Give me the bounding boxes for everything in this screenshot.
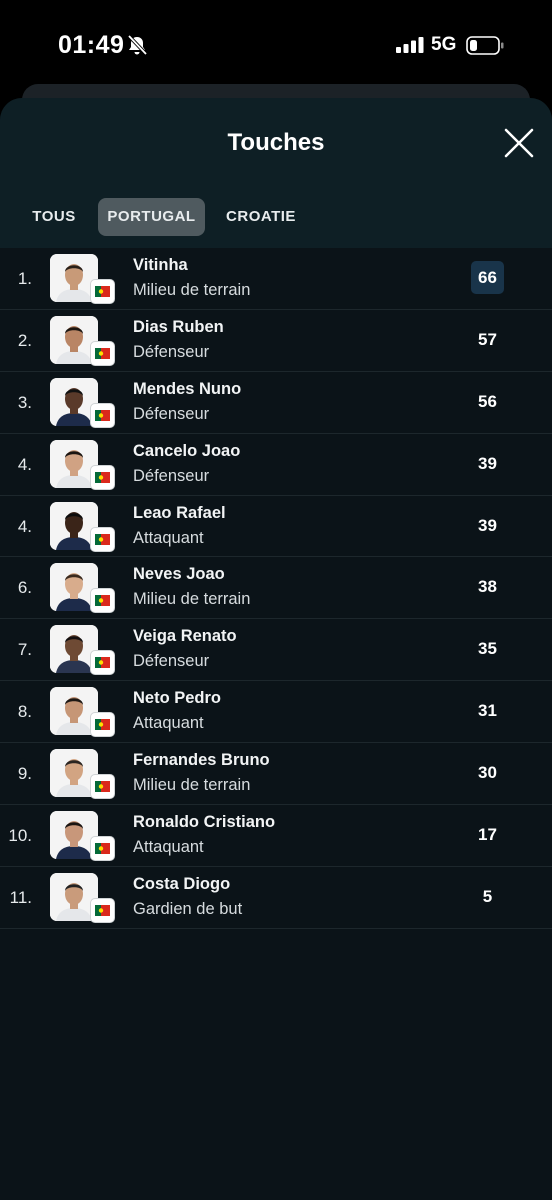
player-position: Gardien de but <box>133 899 243 918</box>
player-position: Milieu de terrain <box>133 776 251 795</box>
portugal-flag-icon <box>90 650 115 676</box>
player-name: Veiga Renato <box>133 627 237 646</box>
status-bar: 01:49 5G <box>0 0 552 92</box>
portugal-flag-icon <box>90 340 115 366</box>
tab-portugal[interactable]: PORTUGAL <box>98 198 205 236</box>
portugal-flag-icon <box>90 712 115 738</box>
player-touches-value: 57 <box>478 329 497 349</box>
player-touches-value: 56 <box>478 391 497 411</box>
player-row[interactable]: 3. Mendes Nuno Défenseur 56 <box>0 372 552 434</box>
player-position: Défenseur <box>133 342 210 361</box>
network-label: 5G <box>431 34 457 55</box>
signal-icon <box>396 37 424 53</box>
player-rank: 10. <box>8 826 32 846</box>
player-name: Costa Diogo <box>133 874 231 893</box>
player-position: Attaquant <box>133 528 204 547</box>
player-name: Ronaldo Cristiano <box>133 813 276 832</box>
player-rank: 4. <box>17 454 32 474</box>
bell-muted-icon <box>127 34 148 56</box>
portugal-flag-icon <box>90 526 115 552</box>
status-time: 01:49 <box>58 31 125 59</box>
player-row[interactable]: 11. Costa Diogo Gardien de but 5 <box>0 867 552 929</box>
player-rank: 8. <box>17 702 32 722</box>
player-touches-value: 31 <box>478 701 497 721</box>
portugal-flag-icon <box>90 279 115 304</box>
player-row[interactable]: 1. Vitinha Milieu de terrain 66 <box>0 248 552 310</box>
player-rank: 2. <box>17 330 32 350</box>
player-touches-value: 39 <box>478 515 497 535</box>
player-position: Attaquant <box>133 838 204 857</box>
player-touches-value: 5 <box>482 886 493 906</box>
close-icon[interactable] <box>500 124 538 162</box>
player-row[interactable]: 2. Dias Ruben Défenseur 57 <box>0 310 552 372</box>
player-rank: 4. <box>17 516 32 536</box>
player-touches-value: 30 <box>478 763 497 783</box>
portugal-flag-icon <box>90 836 115 862</box>
player-name: Neves Joao <box>133 565 225 584</box>
sheet-title: Touches <box>227 129 325 156</box>
player-row[interactable]: 8. Neto Pedro Attaquant 31 <box>0 681 552 744</box>
player-rank: 9. <box>17 764 32 784</box>
player-rank: 11. <box>9 887 32 907</box>
player-touches-value: 39 <box>478 453 497 473</box>
player-row[interactable]: 7. Veiga Renato Défenseur 35 <box>0 619 552 682</box>
player-position: Attaquant <box>133 714 204 733</box>
player-rank: 1. <box>17 269 32 288</box>
tab-tous[interactable]: TOUS <box>22 198 86 236</box>
player-touches-value: 38 <box>478 577 497 597</box>
portugal-flag-icon <box>90 774 115 800</box>
portugal-flag-icon <box>90 897 115 923</box>
player-name: Vitinha <box>133 256 188 274</box>
tab-croatie[interactable]: CROATIE <box>216 198 306 236</box>
player-rank: 3. <box>17 392 32 412</box>
player-rank: 7. <box>17 640 32 660</box>
player-position: Milieu de terrain <box>133 590 251 609</box>
player-name: Mendes Nuno <box>133 379 242 398</box>
player-position: Défenseur <box>133 652 210 671</box>
player-name: Fernandes Bruno <box>133 751 270 770</box>
portugal-flag-icon <box>90 402 115 428</box>
player-touches-value: 66 <box>471 261 504 294</box>
player-position: Défenseur <box>133 466 210 485</box>
player-row[interactable]: 9. Fernandes Bruno Milieu de terrain 30 <box>0 743 552 806</box>
player-row[interactable]: 4. Cancelo Joao Défenseur 39 <box>0 434 552 496</box>
player-touches-value: 35 <box>478 639 497 659</box>
player-row[interactable]: 6. Neves Joao Milieu de terrain 38 <box>0 557 552 620</box>
player-row[interactable]: 10. Ronaldo Cristiano Attaquant 17 <box>0 805 552 867</box>
player-rank: 6. <box>17 578 32 598</box>
player-touches-value: 17 <box>478 825 497 845</box>
touches-sheet: Touches TOUS PORTUGAL CROATIE 1. Vitinha M… <box>0 98 552 1200</box>
player-list: 1. Vitinha Milieu de terrain 66 2. Dias Ruben… <box>0 248 552 929</box>
player-position: Défenseur <box>133 404 210 423</box>
player-name: Dias Ruben <box>133 317 224 336</box>
player-name: Neto Pedro <box>133 689 222 708</box>
player-row[interactable]: 4. Leao Rafael Attaquant 39 <box>0 496 552 558</box>
battery-icon <box>466 36 504 55</box>
player-name: Cancelo Joao <box>133 441 241 460</box>
portugal-flag-icon <box>90 588 115 614</box>
team-tabs: TOUS PORTUGAL CROATIE <box>0 186 552 248</box>
player-name: Leao Rafael <box>133 503 226 522</box>
sheet-header: Touches <box>0 98 552 186</box>
player-position: Milieu de terrain <box>133 281 251 299</box>
portugal-flag-icon <box>90 464 115 490</box>
